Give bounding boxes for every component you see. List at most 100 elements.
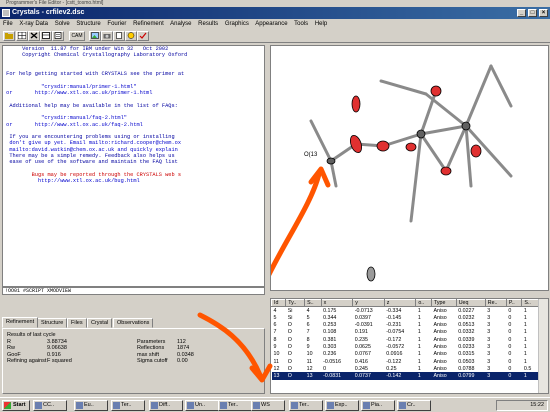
stat-rw-label: Rw <box>7 345 15 352</box>
menu-analyse[interactable]: Analyse <box>170 21 191 27</box>
table-cell: -0.142 <box>384 372 416 380</box>
table-cell: 1 <box>417 343 421 350</box>
table-row[interactable]: 6 O 6 0.253 -0.0391 -0.231 1 Aniso 0.0513 3 0 1 <box>272 321 539 328</box>
table-cell: 0 <box>508 307 512 314</box>
menu-results[interactable]: Results <box>198 21 218 27</box>
table-row[interactable]: 10 O 10 0.236 0.0767 0.0916 1 Aniso 0.0315 3 0 1 <box>272 351 539 358</box>
menu-structure[interactable]: Structure <box>76 21 100 27</box>
table-icon[interactable] <box>40 31 52 41</box>
menu-solve[interactable]: Solve <box>55 21 70 27</box>
image-icon[interactable] <box>89 31 101 41</box>
table-cell: Aniso <box>433 365 447 372</box>
table-row[interactable]: 12 O 12 0 0.245 0.25 1 Aniso 0.0788 3 0 0.5 <box>272 365 539 372</box>
table-cell: O <box>287 336 292 343</box>
table-cell: Aniso <box>433 314 447 321</box>
doc-icon[interactable] <box>113 31 125 41</box>
tab-structure[interactable]: Structure <box>37 318 68 328</box>
table-row[interactable]: 9 O 9 0.303 0.0625 -0.0572 1 Aniso 0.0233 3 0 1 <box>272 343 539 350</box>
taskbar-item[interactable]: Ter.. <box>111 400 145 411</box>
menu-fourier[interactable]: Fourier <box>107 21 126 27</box>
column-header[interactable]: o.. <box>415 299 432 308</box>
taskbar-item[interactable]: CC.. <box>33 400 67 411</box>
table-cell: 1 <box>417 351 421 358</box>
table-row[interactable]: 11 O 11 -0.0516 0.416 -0.122 1 Aniso 0.0503 3 0 1 <box>272 358 539 365</box>
open-icon[interactable] <box>3 31 15 41</box>
check-icon[interactable] <box>137 31 149 41</box>
taskbar-item[interactable]: Ter.. <box>289 400 323 411</box>
table-cell: 0 <box>508 322 512 329</box>
menu-help[interactable]: Help <box>315 21 327 27</box>
table-cell: -0.145 <box>386 314 402 321</box>
column-header[interactable]: S.. <box>304 299 322 308</box>
taskbar-item[interactable]: Diff.. <box>149 400 183 411</box>
tab-crystal[interactable]: Crystal <box>87 318 113 328</box>
taskbar-item[interactable]: Un.. <box>185 400 219 411</box>
molecule-viewer[interactable]: O(13 <box>270 45 549 291</box>
table-cell: 0.0332 <box>458 329 475 336</box>
tab-files[interactable]: Files <box>67 318 87 328</box>
table-cell: 3 <box>487 314 491 321</box>
taskbar-item[interactable]: Pia.. <box>361 400 395 411</box>
minimize-button[interactable]: _ <box>517 9 526 17</box>
column-header[interactable]: Id <box>271 299 287 308</box>
table-cell: 1 <box>523 358 527 365</box>
app-icon <box>220 402 227 409</box>
column-header[interactable]: Re.. <box>484 299 507 308</box>
table-cell: O <box>287 322 292 329</box>
table-row[interactable]: 5 Si 5 0.344 0.0397 -0.145 1 Aniso 0.0232 3 0 1 <box>272 314 539 321</box>
table-cell: 13 <box>304 372 322 380</box>
text-output-pane[interactable]: Version 11.87 for IBM under Win 32 Oct 2… <box>2 45 265 287</box>
column-header[interactable]: Type <box>430 299 457 308</box>
table-row[interactable]: 4 Si 4 0.175 -0.0713 -0.334 1 Aniso 0.0227 3 0 1 <box>272 307 539 314</box>
tab-refinement[interactable]: Refinement <box>2 317 39 328</box>
table-scrollbar[interactable] <box>538 299 548 393</box>
maximize-button[interactable]: □ <box>528 9 537 17</box>
table-cell: 4 <box>306 307 310 314</box>
menu-xray-data[interactable]: X-ray Data <box>19 21 48 27</box>
table-row[interactable]: 7 O 7 0.108 0.191 -0.0754 1 Aniso 0.0332 3 0 1 <box>272 329 539 336</box>
column-header[interactable]: y <box>352 299 385 308</box>
tab-observations[interactable]: Observations <box>113 318 154 328</box>
table-row[interactable]: 8 O 8 0.381 0.235 -0.172 1 Aniso 0.0339 3 0 1 <box>272 336 539 343</box>
column-header[interactable]: Ueq <box>455 299 486 308</box>
table-cell: 1 <box>523 336 527 343</box>
table-cell: 0.0799 <box>456 372 486 380</box>
table-cell: 0 <box>506 372 522 380</box>
column-header[interactable]: Ty.. <box>285 299 306 308</box>
taskbar-item[interactable]: Ter.. <box>218 400 252 411</box>
table-cell: Aniso <box>433 307 447 314</box>
grid-icon[interactable] <box>16 31 28 41</box>
delete-icon[interactable] <box>28 31 40 41</box>
menu-refinement[interactable]: Refinement <box>133 21 164 27</box>
taskbar-item[interactable]: Eu.. <box>74 400 108 411</box>
menu-file[interactable]: File <box>3 21 13 27</box>
menu-graphics[interactable]: Graphics <box>225 21 249 27</box>
table-cell: -0.172 <box>386 336 402 343</box>
column-header[interactable]: x <box>320 299 354 308</box>
table-cell: 0.191 <box>354 329 368 336</box>
menu-tools[interactable]: Tools <box>294 21 308 27</box>
cam-button[interactable]: CAM <box>69 31 85 41</box>
taskbar-item-label: Ter.. <box>121 402 132 408</box>
column-header[interactable]: S.. <box>521 299 539 308</box>
info-icon[interactable] <box>125 31 137 41</box>
app-icon <box>399 402 406 409</box>
taskbar-item[interactable]: Exp.. <box>325 400 359 411</box>
edit-icon[interactable] <box>52 31 64 41</box>
column-header[interactable]: z <box>383 299 417 308</box>
taskbar-item[interactable]: Cr.. <box>397 400 431 411</box>
table-cell: Aniso <box>431 372 457 380</box>
taskbar-item[interactable]: WS <box>251 400 285 411</box>
atom-list-table[interactable]: Id Ty.. S.. x y z o.. Type Ueq Re.. P.. S.. 4 Si 4 0.1… <box>270 298 549 394</box>
app-icon <box>113 402 120 409</box>
start-button[interactable]: Start <box>2 400 30 411</box>
menu-appearance[interactable]: Appearance <box>255 21 287 27</box>
table-cell: -0.0713 <box>354 307 373 314</box>
column-header[interactable]: P.. <box>505 299 523 308</box>
close-button[interactable]: × <box>539 9 548 17</box>
table-row[interactable]: 13 O 13 -0.0831 0.0737 -0.142 1 Aniso 0.0799 3 0 1 <box>271 372 539 380</box>
command-input[interactable]: !OO01 #SCRIPT XMODVIEW <box>2 287 265 295</box>
table-cell: Aniso <box>433 322 447 329</box>
camera-icon[interactable] <box>101 31 113 41</box>
app-icon <box>327 402 334 409</box>
